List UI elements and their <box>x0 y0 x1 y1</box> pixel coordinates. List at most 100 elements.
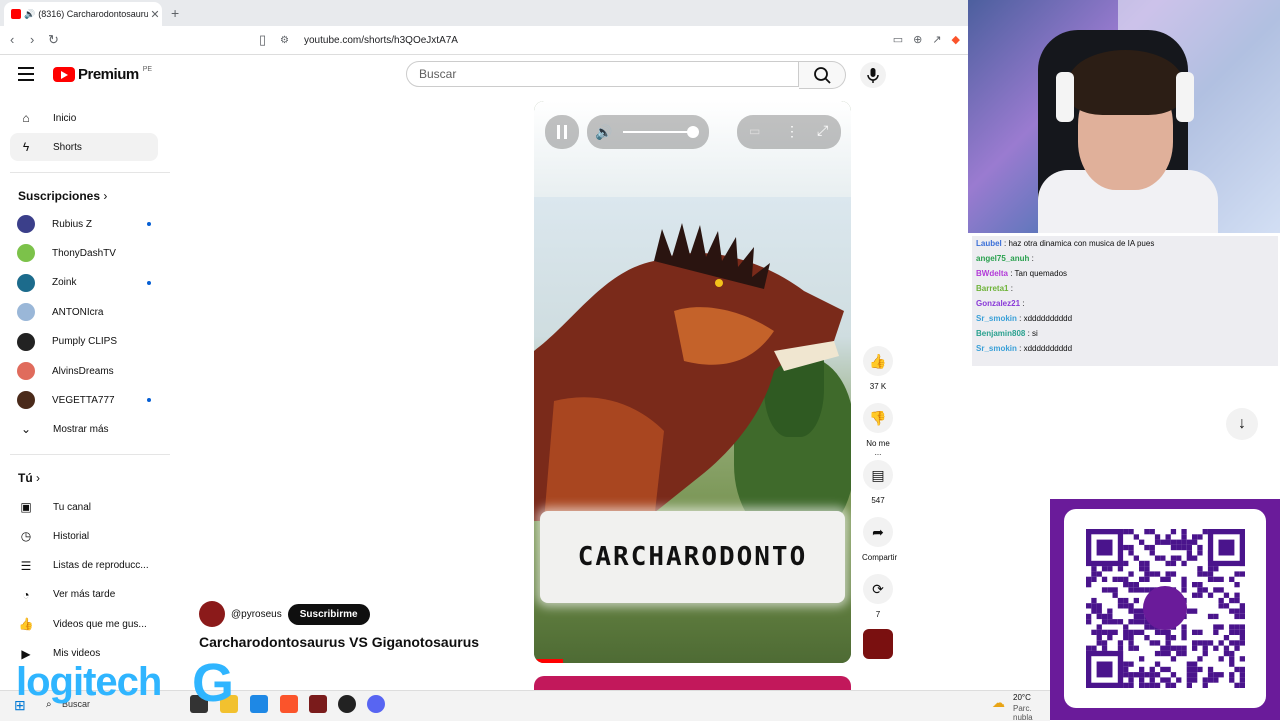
app-icon[interactable] <box>309 695 327 713</box>
search-icon <box>814 67 831 84</box>
fullscreen-icon[interactable]: ⤢ <box>817 122 828 139</box>
like-icon[interactable]: 👍 <box>863 346 893 376</box>
brave-shield-icon[interactable]: ◆ <box>952 33 960 46</box>
next-video-button[interactable]: ↓ <box>1226 408 1258 440</box>
dislike-icon[interactable]: 👎 <box>863 403 893 433</box>
new-tab-icon[interactable]: + <box>171 5 179 21</box>
captions-icon[interactable]: ▭ <box>749 124 760 138</box>
comment-icon[interactable]: ▤ <box>863 460 893 490</box>
site-settings-icon[interactable]: ⚙ <box>280 35 294 46</box>
obs-icon[interactable] <box>338 695 356 713</box>
bookmark-icon[interactable]: ▯ <box>259 32 266 48</box>
address-bar[interactable]: ⚙ youtube.com/shorts/h3QOeJxtA7A <box>280 29 960 51</box>
youtube-play-icon <box>53 67 75 82</box>
sidebar-item-label: Tu canal <box>53 501 91 513</box>
weather-temp: 20°C <box>1013 693 1031 702</box>
reload-icon[interactable]: ↻ <box>48 32 59 48</box>
video-icon: ▶ <box>21 646 31 661</box>
dinosaur-image <box>534 223 844 521</box>
cast-icon[interactable]: ▭ <box>893 33 903 46</box>
share-page-icon[interactable]: ↗ <box>932 33 941 46</box>
sidebar-item-label: Ver más tarde <box>53 589 116 601</box>
remix-icon[interactable]: ⟳ <box>863 574 893 604</box>
subscribe-button[interactable]: Suscribirme <box>287 603 370 625</box>
volume-control[interactable]: 🔊 <box>587 115 709 149</box>
app-icon[interactable] <box>250 695 268 713</box>
more-options-icon[interactable]: ⋮ <box>785 123 799 140</box>
discord-icon[interactable] <box>367 695 385 713</box>
subscription-label: Rubius Z <box>52 218 93 230</box>
shorts-player[interactable]: CARCHARODONTO 🔊 ▭ ⋮ ⤢ <box>534 101 851 663</box>
close-tab-icon[interactable]: ✕ <box>148 8 162 21</box>
subscription-item[interactable]: Rubius Z <box>17 211 151 237</box>
account-icon: ▣ <box>20 500 32 514</box>
back-icon[interactable]: ‹ <box>10 32 14 47</box>
search-input[interactable]: Buscar <box>406 61 799 87</box>
subscription-item[interactable]: ANTONIcra <box>17 299 151 325</box>
like-icon: 👍 <box>18 617 34 632</box>
video-progress[interactable] <box>534 659 563 663</box>
sidebar-divider <box>10 454 170 455</box>
channel-avatar <box>17 332 35 351</box>
subscription-item[interactable]: VEGETTA777 <box>17 387 151 413</box>
chat-text: xdddddddddd <box>1023 314 1073 323</box>
channel-name[interactable]: @pyroseus <box>231 609 282 620</box>
youtube-logo[interactable]: Premium PE <box>53 66 152 83</box>
subscription-item[interactable]: AlvinsDreams <box>17 358 151 384</box>
sidebar-item-label: Listas de reproducc... <box>53 560 149 572</box>
new-content-dot <box>147 398 151 403</box>
show-more-button[interactable]: ⌄ Mostrar más <box>10 415 158 443</box>
subscription-label: VEGETTA777 <box>52 394 115 406</box>
voice-search-button[interactable] <box>860 62 886 88</box>
dislike-action[interactable]: 👎 No me ... <box>862 403 894 457</box>
search-button[interactable] <box>799 61 846 89</box>
sidebar-item-playlist[interactable]: ☰ Listas de reproducc... <box>10 552 158 580</box>
share-icon[interactable]: ➦ <box>863 517 893 547</box>
subscriptions-heading[interactable]: Suscripciones › <box>18 189 107 203</box>
sidebar-item-history[interactable]: ◷ Historial <box>10 522 158 550</box>
channel-avatar <box>17 303 35 322</box>
menu-icon[interactable] <box>18 67 34 85</box>
chat-message: Sr_smokin : xdddddddddd <box>976 344 1073 353</box>
browser-tab[interactable]: 🔊 (8316) Carcharodontosaurus ✕ <box>4 2 162 26</box>
channel-avatar[interactable] <box>199 601 225 627</box>
video-title[interactable]: Carcharodontosaurus VS Giganotosaurus <box>199 634 479 650</box>
chat-text: haz otra dinamica con musica de IA pues <box>1008 239 1155 248</box>
sidebar-item-label: Historial <box>53 530 90 542</box>
subscription-label: ThonyDashTV <box>52 247 116 259</box>
qr-code-card <box>1064 509 1266 708</box>
channel-thumbnail[interactable] <box>863 629 893 659</box>
brave-browser-icon[interactable] <box>280 695 298 713</box>
share-action[interactable]: ➦ Compartir <box>862 517 897 562</box>
speaker-icon: 🔊 <box>24 8 36 19</box>
remix-action[interactable]: ⟳ 7 <box>862 574 894 619</box>
show-more-label: Mostrar más <box>53 423 109 435</box>
sidebar-item-clock[interactable]: ◔ Ver más tarde <box>10 581 158 609</box>
pause-button[interactable] <box>545 115 579 149</box>
chat-username: Sr_smokin <box>976 344 1017 353</box>
subscription-label: Zoink <box>52 277 77 289</box>
sidebar-item-like[interactable]: 👍 Videos que me gus... <box>10 610 158 638</box>
volume-icon: 🔊 <box>595 123 612 141</box>
chat-username: Laubel <box>976 239 1002 248</box>
sidebar-item-account[interactable]: ▣ Tu canal <box>10 493 158 521</box>
channel-avatar <box>17 273 35 292</box>
channel-avatar <box>17 215 35 233</box>
chat-message: Laubel : haz otra dinamica con musica de… <box>976 239 1155 248</box>
comments-action[interactable]: ▤ 547 <box>862 460 894 505</box>
comment-count: 547 <box>871 496 885 505</box>
forward-icon[interactable]: › <box>30 32 34 47</box>
subscription-label: ANTONIcra <box>52 306 104 318</box>
volume-slider[interactable]: 🔊 <box>587 115 709 149</box>
subscription-item[interactable]: ThonyDashTV <box>17 240 151 266</box>
sidebar-item-shorts[interactable]: ϟ Shorts <box>10 133 158 161</box>
you-heading[interactable]: Tú › <box>18 471 40 485</box>
subscription-item[interactable]: Pumply CLIPS <box>17 329 151 355</box>
history-icon: ◷ <box>20 529 32 544</box>
zoom-icon[interactable]: ⊕ <box>913 33 922 46</box>
sidebar-item-inicio[interactable]: ⌂ Inicio <box>10 104 158 132</box>
chat-username: Barreta1 <box>976 284 1009 293</box>
channel-avatar <box>17 391 35 410</box>
subscription-item[interactable]: Zoink <box>17 270 151 296</box>
like-action[interactable]: 👍 37 K <box>862 346 894 391</box>
